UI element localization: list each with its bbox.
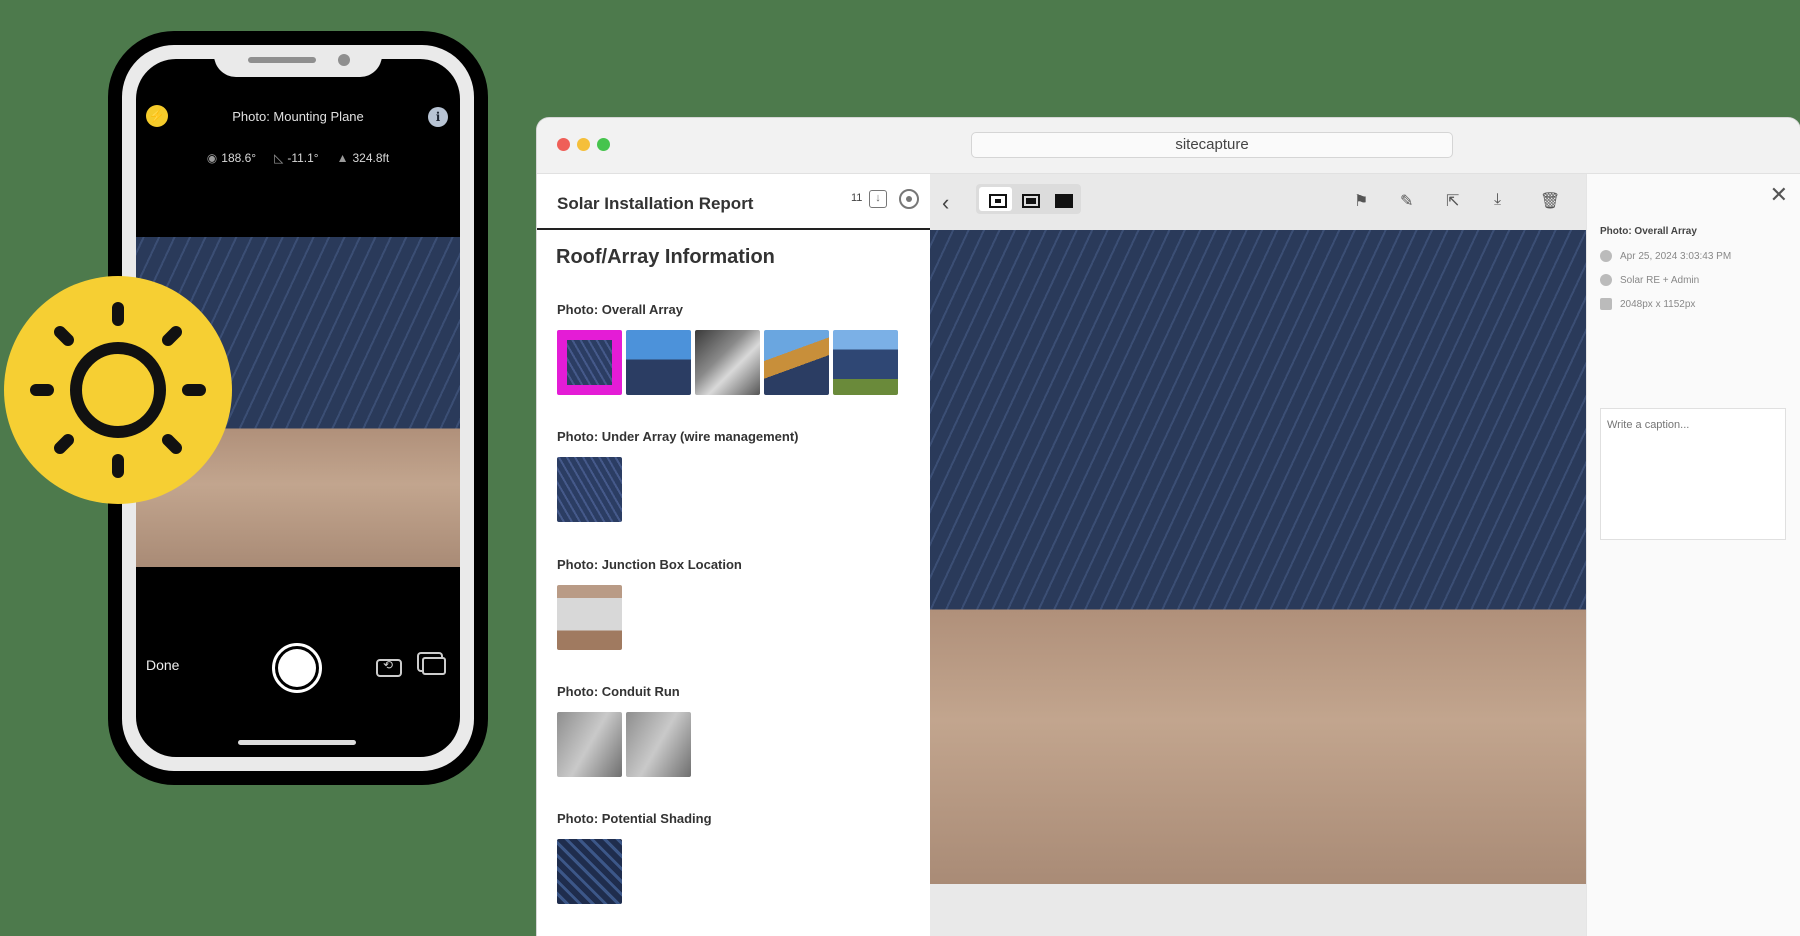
view-medium-button[interactable] bbox=[1012, 187, 1045, 211]
thumb-row-under-array bbox=[557, 457, 622, 522]
details-date-row: Apr 25, 2024 3:03:43 PM bbox=[1600, 250, 1731, 262]
flag-icon[interactable]: ⚑ bbox=[1354, 191, 1368, 211]
tilt-readout: ◺ -11.1° bbox=[274, 151, 319, 165]
group-label: Photo: Overall Array bbox=[557, 302, 683, 317]
thumb-row-junction-box bbox=[557, 585, 622, 650]
camera-photo-title: Photo: Mounting Plane bbox=[232, 109, 364, 124]
cloud-icon bbox=[1600, 250, 1612, 262]
window-titlebar: sitecapture bbox=[537, 118, 1800, 174]
section-title: Roof/Array Information bbox=[556, 246, 775, 268]
sun-badge bbox=[4, 276, 232, 504]
photo-details-panel: ✕ Photo: Overall Array Apr 25, 2024 3:03… bbox=[1586, 174, 1800, 936]
done-button[interactable]: Done bbox=[146, 657, 179, 673]
speaker-grille bbox=[248, 57, 316, 63]
report-header: Solar Installation Report 11 ↓ bbox=[537, 174, 930, 230]
close-icon[interactable]: ✕ bbox=[1770, 182, 1788, 208]
group-label: Photo: Junction Box Location bbox=[557, 557, 742, 572]
minimize-window-button[interactable] bbox=[577, 138, 590, 151]
details-dimensions-row: 2048px x 1152px bbox=[1600, 298, 1695, 310]
front-camera bbox=[338, 54, 350, 66]
back-arrow-icon[interactable]: ‹ bbox=[942, 190, 949, 216]
info-icon[interactable]: i bbox=[428, 107, 448, 127]
main-photo bbox=[930, 230, 1586, 884]
angle-icon: ◺ bbox=[274, 151, 284, 165]
report-pane: Solar Installation Report 11 ↓ Roof/Arra… bbox=[537, 174, 930, 936]
compass-icon: ◉ bbox=[206, 151, 218, 165]
user-icon bbox=[1600, 274, 1612, 286]
view-small-button[interactable] bbox=[979, 187, 1012, 211]
flip-camera-icon[interactable] bbox=[376, 658, 402, 677]
sun-icon bbox=[30, 302, 206, 478]
photo-thumbnail[interactable] bbox=[626, 330, 691, 395]
report-title: Solar Installation Report bbox=[557, 194, 754, 213]
photo-viewer: ‹ ⚑ ✎ ⇱ ⤓ 🗑 bbox=[930, 174, 1586, 936]
share-icon[interactable]: ⇱ bbox=[1446, 191, 1459, 211]
details-title: Photo: Overall Array bbox=[1600, 226, 1697, 237]
thumb-row-overall-array bbox=[557, 330, 898, 395]
viewer-toolbar: ‹ ⚑ ✎ ⇱ ⤓ 🗑 bbox=[930, 174, 1586, 230]
camera-sensor-readout: ◉ 188.6° ◺ -11.1° ▲ 324.8ft bbox=[136, 151, 460, 165]
photo-thumbnail[interactable] bbox=[557, 585, 622, 650]
view-large-button[interactable] bbox=[1045, 187, 1078, 211]
thumb-row-conduit-run bbox=[557, 712, 691, 777]
photo-thumbnail[interactable] bbox=[557, 330, 622, 395]
trash-icon[interactable]: 🗑 bbox=[1540, 191, 1560, 211]
details-user-row: Solar RE + Admin bbox=[1600, 274, 1699, 286]
photo-thumbnail[interactable] bbox=[833, 330, 898, 395]
photo-thumbnail[interactable] bbox=[626, 712, 691, 777]
gallery-icon[interactable] bbox=[422, 657, 446, 675]
group-label: Photo: Under Array (wire management) bbox=[557, 429, 799, 444]
view-size-toggle bbox=[976, 184, 1081, 214]
group-label: Photo: Conduit Run bbox=[557, 684, 680, 699]
browser-window: sitecapture Solar Installation Report 11… bbox=[537, 118, 1800, 936]
thumb-row-potential-shading bbox=[557, 839, 622, 904]
photo-thumbnail[interactable] bbox=[695, 330, 760, 395]
photo-thumbnail[interactable] bbox=[557, 712, 622, 777]
mountain-icon: ▲ bbox=[336, 151, 349, 165]
target-icon[interactable] bbox=[899, 189, 919, 209]
photo-thumbnail[interactable] bbox=[764, 330, 829, 395]
shutter-button[interactable] bbox=[272, 643, 322, 693]
group-label: Photo: Potential Shading bbox=[557, 811, 712, 826]
home-indicator bbox=[238, 740, 356, 745]
save-icon[interactable]: ⤓ bbox=[1494, 191, 1501, 209]
heading-readout: ◉ 188.6° bbox=[206, 151, 257, 165]
phone-notch bbox=[214, 45, 382, 77]
photo-thumbnail[interactable] bbox=[557, 839, 622, 904]
camera-controls: Done bbox=[136, 607, 460, 757]
photo-count: 11 bbox=[851, 192, 863, 204]
maximize-window-button[interactable] bbox=[597, 138, 610, 151]
image-icon bbox=[1600, 298, 1612, 310]
caption-input[interactable] bbox=[1600, 408, 1786, 540]
photo-thumbnail[interactable] bbox=[557, 457, 622, 522]
download-icon[interactable]: ↓ bbox=[869, 190, 887, 208]
address-bar[interactable]: sitecapture bbox=[971, 132, 1453, 158]
pencil-icon[interactable]: ✎ bbox=[1400, 191, 1413, 211]
altitude-readout: ▲ 324.8ft bbox=[336, 151, 390, 165]
close-window-button[interactable] bbox=[557, 138, 570, 151]
